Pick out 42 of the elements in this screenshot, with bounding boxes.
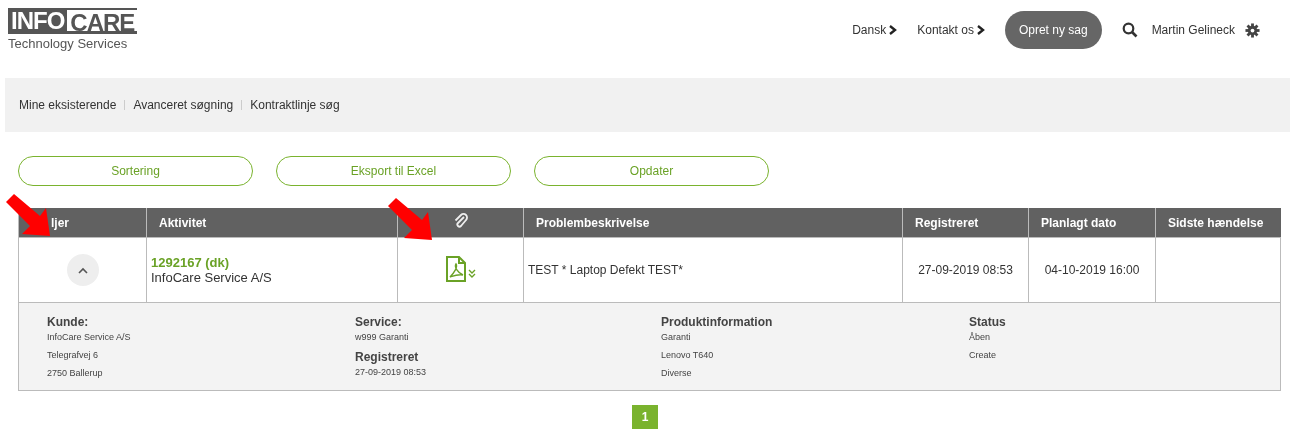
settings-icon[interactable] bbox=[1245, 22, 1260, 38]
detail-text: Telegrafvej 6 bbox=[47, 350, 100, 360]
table-cell: TEST * Laptop Defekt TEST* bbox=[523, 237, 903, 303]
subnav-link[interactable]: Kontraktlinje søg bbox=[250, 98, 340, 112]
detail-text: w999 Garanti bbox=[355, 332, 410, 342]
nav-link[interactable]: Kontakt os bbox=[917, 23, 985, 37]
detail-label: Kunde: bbox=[47, 315, 90, 329]
detail-text: InfoCare Service A/S bbox=[47, 332, 132, 342]
detail-text: Diverse bbox=[661, 368, 693, 378]
subnav-link[interactable]: Mine eksisterende bbox=[19, 98, 117, 112]
table-cell: 04-10-2019 16:00 bbox=[1028, 237, 1156, 303]
caret-icon bbox=[77, 266, 88, 274]
chevron-icon bbox=[889, 25, 898, 35]
detail-text: Create bbox=[969, 350, 997, 360]
detail-label: Status bbox=[969, 315, 1007, 329]
nav-link[interactable]: Dansk bbox=[852, 23, 898, 37]
detail-text: Åben bbox=[969, 332, 992, 342]
column-header: Registreret bbox=[902, 208, 1029, 238]
column-header: Planlagt dato bbox=[1028, 208, 1156, 238]
detail-label: Produktinformation bbox=[661, 315, 774, 329]
column-header: Aktivitet bbox=[146, 208, 398, 238]
search-icon[interactable] bbox=[1121, 22, 1138, 38]
detail-label: Registreret bbox=[355, 350, 420, 364]
paperclip-icon bbox=[452, 213, 469, 229]
customer-name: InfoCare Service A/S bbox=[151, 270, 273, 285]
logo-text: CARE bbox=[67, 8, 138, 34]
detail-label: Service: bbox=[355, 315, 403, 329]
logo-text: INFO bbox=[8, 8, 68, 34]
detail-text: 27-09-2019 08:53 bbox=[355, 367, 428, 377]
toggle-button[interactable] bbox=[66, 254, 99, 286]
pdf-icon[interactable] bbox=[443, 254, 478, 283]
table-cell: 27-09-2019 08:53 bbox=[902, 237, 1029, 303]
detail-text: 2750 Ballerup bbox=[47, 368, 104, 378]
create-case-button[interactable]: Opret ny sag bbox=[1004, 11, 1102, 49]
logo-tagline: Technology Services bbox=[8, 36, 129, 51]
column-header: Problembeskrivelse bbox=[523, 208, 903, 238]
detail-text: Garanti bbox=[661, 332, 692, 342]
detail-text: Lenovo T640 bbox=[661, 350, 715, 360]
user-name[interactable]: Martin Gelineck bbox=[1151, 23, 1235, 37]
chevron-icon bbox=[976, 25, 985, 35]
subnav-link[interactable]: Avanceret søgning bbox=[133, 98, 234, 112]
column-header: Sidste hændelse bbox=[1155, 208, 1281, 238]
